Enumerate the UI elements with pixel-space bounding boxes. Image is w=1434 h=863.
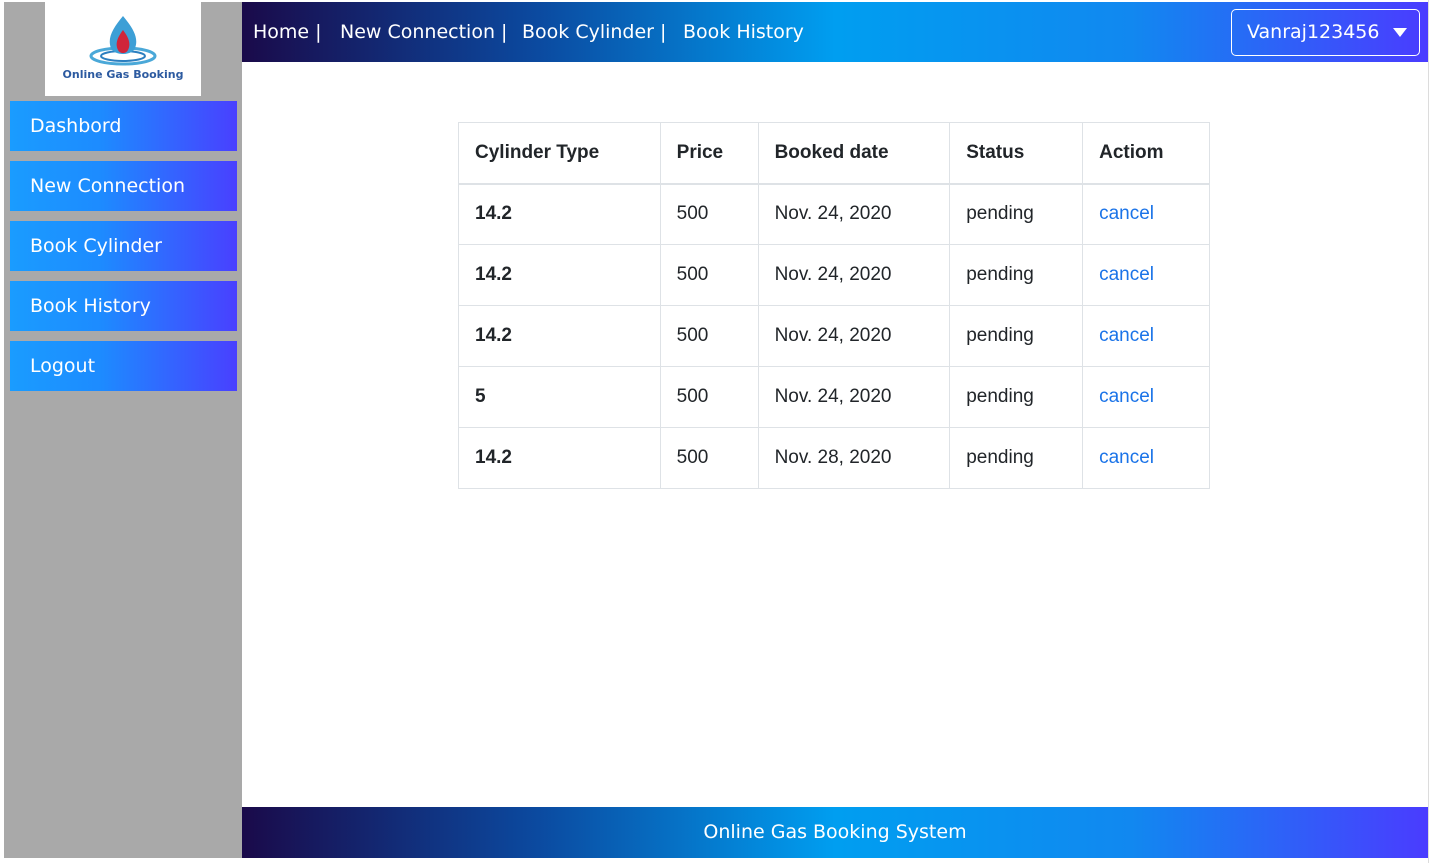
cell-price: 500 xyxy=(659,244,759,306)
column-header-price: Price xyxy=(659,122,759,185)
sidebar-item-book-cylinder[interactable]: Book Cylinder xyxy=(10,221,237,271)
cell-cylinder-type: 14.2 xyxy=(458,305,661,367)
cancel-link[interactable]: cancel xyxy=(1082,366,1210,428)
booking-history-table: Cylinder Type Price Booked date Status A… xyxy=(458,122,1210,489)
cell-status: pending xyxy=(949,183,1084,245)
nav-book-cylinder[interactable]: Book Cylinder | xyxy=(522,2,666,62)
app-frame: Online Gas Booking Dashbord New Connecti… xyxy=(4,2,1428,858)
chevron-down-icon xyxy=(1393,28,1407,37)
cell-cylinder-type: 14.2 xyxy=(458,244,661,306)
cell-price: 500 xyxy=(659,427,759,489)
cell-price: 500 xyxy=(659,305,759,367)
cell-status: pending xyxy=(949,305,1084,367)
top-nav: Home | New Connection | Book Cylinder | … xyxy=(242,2,1428,62)
gas-flame-icon xyxy=(89,16,157,66)
sidebar-item-logout[interactable]: Logout xyxy=(10,341,237,391)
column-header-booked-date: Booked date xyxy=(757,122,951,185)
table-row: 14.2 500 Nov. 24, 2020 pending cancel xyxy=(458,183,1210,245)
sidebar-item-new-connection[interactable]: New Connection xyxy=(10,161,237,211)
column-header-status: Status xyxy=(949,122,1084,185)
cancel-link[interactable]: cancel xyxy=(1082,305,1210,367)
cell-cylinder-type: 14.2 xyxy=(458,427,661,489)
cell-booked-date: Nov. 24, 2020 xyxy=(757,366,951,428)
nav-new-connection[interactable]: New Connection | xyxy=(340,2,507,62)
cancel-link[interactable]: cancel xyxy=(1082,244,1210,306)
table-row: 14.2 500 Nov. 28, 2020 pending cancel xyxy=(458,427,1210,489)
footer-text: Online Gas Booking System xyxy=(703,821,967,843)
user-dropdown-button[interactable]: Vanraj123456 xyxy=(1231,9,1420,56)
cell-cylinder-type: 14.2 xyxy=(458,183,661,245)
cancel-link[interactable]: cancel xyxy=(1082,427,1210,489)
column-header-action: Actiom xyxy=(1082,122,1210,185)
footer: Online Gas Booking System xyxy=(242,807,1428,858)
cell-price: 500 xyxy=(659,366,759,428)
cell-status: pending xyxy=(949,427,1084,489)
cancel-link[interactable]: cancel xyxy=(1082,183,1210,245)
cell-booked-date: Nov. 28, 2020 xyxy=(757,427,951,489)
cell-cylinder-type: 5 xyxy=(458,366,661,428)
cell-booked-date: Nov. 24, 2020 xyxy=(757,305,951,367)
cell-status: pending xyxy=(949,366,1084,428)
nav-home[interactable]: Home | xyxy=(253,2,322,62)
user-name: Vanraj123456 xyxy=(1247,21,1380,43)
sidebar-item-book-history[interactable]: Book History xyxy=(10,281,237,331)
window-edge xyxy=(1428,0,1429,863)
cell-booked-date: Nov. 24, 2020 xyxy=(757,244,951,306)
nav-book-history[interactable]: Book History xyxy=(683,2,804,62)
table-row: 5 500 Nov. 24, 2020 pending cancel xyxy=(458,366,1210,428)
logo-text: Online Gas Booking xyxy=(62,68,184,81)
cell-price: 500 xyxy=(659,183,759,245)
table-row: 14.2 500 Nov. 24, 2020 pending cancel xyxy=(458,305,1210,367)
logo[interactable]: Online Gas Booking xyxy=(45,2,201,96)
cell-status: pending xyxy=(949,244,1084,306)
sidebar-item-dashboard[interactable]: Dashbord xyxy=(10,101,237,151)
sidebar: Online Gas Booking Dashbord New Connecti… xyxy=(4,2,242,858)
table-header-row: Cylinder Type Price Booked date Status A… xyxy=(458,122,1210,185)
column-header-cylinder-type: Cylinder Type xyxy=(458,122,661,185)
cell-booked-date: Nov. 24, 2020 xyxy=(757,183,951,245)
table-row: 14.2 500 Nov. 24, 2020 pending cancel xyxy=(458,244,1210,306)
